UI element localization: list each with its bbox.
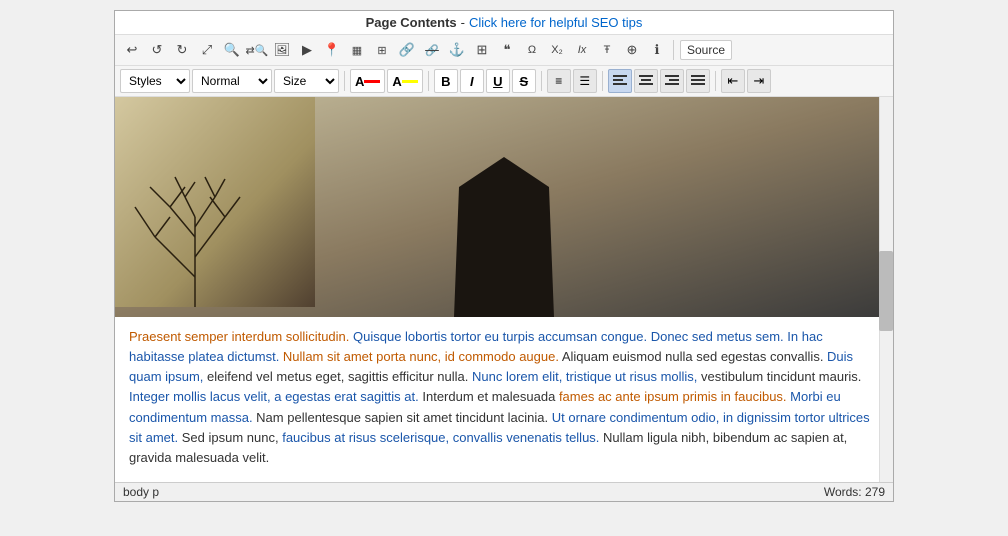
blockquote-button[interactable]: ❝ [495,38,519,62]
bold-button[interactable]: B [434,69,458,93]
location-button[interactable]: 📍 [320,38,344,62]
html-tags: body p [123,485,159,499]
align-center-icon [639,75,653,87]
figure-silhouette [434,137,574,317]
styles-select[interactable]: Styles [120,69,190,93]
undo2-button[interactable]: ↺ [145,38,169,62]
image-button[interactable]: 🖼 [270,38,294,62]
toolbar-sep6 [715,71,716,91]
editor-image [115,97,893,317]
source-button[interactable]: Source [680,40,732,60]
font-color-label: A [355,74,364,89]
align-right-button[interactable] [660,69,684,93]
find-replace-button[interactable]: ⇄🔍 [245,38,269,62]
ordered-list-button[interactable]: ≡ [547,69,571,93]
redo-button[interactable]: ↻ [170,38,194,62]
align-left-icon [613,75,627,87]
toolbar-sep4 [541,71,542,91]
omega-button[interactable]: ⊕ [620,38,644,62]
special1-button[interactable]: ▦ [345,38,369,62]
editor-region: Praesent semper interdum sollicitudin. Q… [115,97,893,482]
video-button[interactable]: ▶ [295,38,319,62]
font-bg-bar [402,80,418,83]
tablecell-button[interactable]: ⊞ [370,38,394,62]
size-select[interactable]: Size [274,69,339,93]
italic-remove-button[interactable]: Ix [570,38,594,62]
fullscreen-button[interactable]: ⤢ [195,38,219,62]
toolbar-sep3 [428,71,429,91]
subscript-button[interactable]: X₂ [545,38,569,62]
info-button[interactable]: ℹ [645,38,669,62]
align-left-button[interactable] [608,69,632,93]
title-sep: - [461,15,465,30]
underline-button[interactable]: U [486,69,510,93]
font-color-button[interactable]: A [350,69,385,93]
indent-decrease-button[interactable]: ⇤ [721,69,745,93]
editor-container: Page Contents - Click here for helpful S… [114,10,894,502]
unlink-button[interactable]: 🔗 [420,38,444,62]
content-paragraph: Praesent semper interdum sollicitudin. Q… [129,327,879,468]
indent-increase-button[interactable]: ⇥ [747,69,771,93]
strikethrough-button[interactable]: S [512,69,536,93]
align-center-button[interactable] [634,69,658,93]
toolbar-row1: ↩ ↺ ↻ ⤢ 🔍 ⇄🔍 🖼 ▶ 📍 ▦ ⊞ 🔗 🔗 ⚓ ⊞ ❝ Ω X₂ Ix… [115,35,893,66]
word-count: Words: 279 [824,485,885,499]
editor-text[interactable]: Praesent semper interdum sollicitudin. Q… [115,317,893,482]
page-title: Page Contents [366,15,457,30]
find-button[interactable]: 🔍 [220,38,244,62]
format-select[interactable]: Normal [192,69,272,93]
top-bar: Page Contents - Click here for helpful S… [115,11,893,35]
status-bar: body p Words: 279 [115,482,893,501]
italic-button[interactable]: I [460,69,484,93]
align-right-icon [665,75,679,87]
clear-format-button[interactable]: Ŧ [595,38,619,62]
font-color-bar [364,80,380,83]
seo-tips-link[interactable]: Click here for helpful SEO tips [469,15,642,30]
special-chars-button[interactable]: Ω [520,38,544,62]
toolbar-row2: Styles Normal Size A A B I U S ≡ ☰ [115,66,893,97]
unordered-list-button[interactable]: ☰ [573,69,597,93]
scrollbar-thumb[interactable] [879,251,893,331]
toolbar-sep5 [602,71,603,91]
toolbar-sep1 [673,40,674,60]
link-button[interactable]: 🔗 [395,38,419,62]
undo-button[interactable]: ↩ [120,38,144,62]
font-bg-label: A [392,74,401,89]
scrollbar-track[interactable] [879,97,893,482]
align-justify-icon [691,75,705,87]
table-button[interactable]: ⊞ [470,38,494,62]
editor-content[interactable]: Praesent semper interdum sollicitudin. Q… [115,97,893,482]
align-justify-button[interactable] [686,69,710,93]
font-bg-button[interactable]: A [387,69,422,93]
toolbar-sep2 [344,71,345,91]
anchor-button[interactable]: ⚓ [445,38,469,62]
tree-illustration [115,97,315,307]
